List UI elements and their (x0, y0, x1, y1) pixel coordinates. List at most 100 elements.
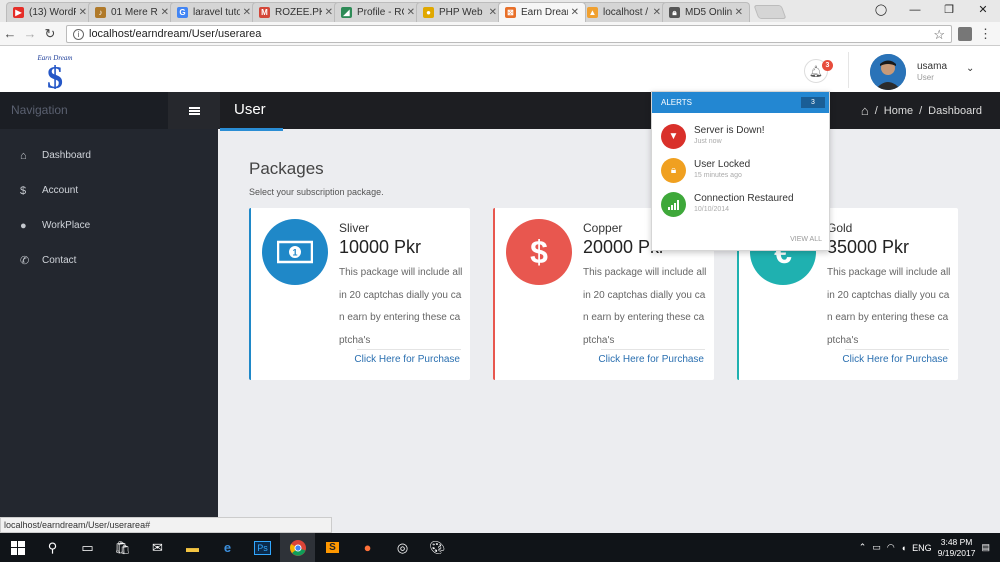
close-icon[interactable]: ✕ (571, 7, 579, 18)
profile-icon[interactable]: ◯ (864, 0, 898, 20)
purchase-link[interactable]: Click Here for Purchase (842, 354, 948, 365)
lock-icon: 🔒︎ (661, 158, 686, 183)
chevron-down-icon[interactable]: ⌄ (966, 63, 974, 74)
earn-dream-logo[interactable]: Earn Dream $ (30, 53, 80, 89)
close-icon[interactable]: ✕ (79, 7, 87, 18)
avatar[interactable] (870, 54, 906, 90)
close-icon[interactable]: ✕ (161, 7, 169, 18)
windows-taskbar: ⚲ ▭ 🛍︎ ✉ ▬ e Ps S ● ◎ 🎨︎ ⌃ ▭ ◠ ◖ ENG 3:4… (0, 533, 1000, 562)
dollar-icon: $ (20, 184, 27, 197)
sidebar-item-account[interactable]: $ Account (0, 173, 218, 208)
close-icon[interactable]: ✕ (407, 7, 415, 18)
task-view-icon[interactable]: ▭ (70, 533, 105, 562)
file-explorer-icon[interactable]: ▬ (175, 533, 210, 562)
sidebar-item-dashboard[interactable]: ⌂ Dashboard (0, 138, 218, 173)
browser-tab[interactable]: ▶(13) WordPr✕ (6, 2, 94, 22)
browser-tab[interactable]: ♪01 Mere Ra✕ (88, 2, 176, 22)
close-icon[interactable]: ✕ (489, 7, 497, 18)
breadcrumb: ⌂ / Home / Dashboard (860, 103, 982, 118)
user-icon: ● (20, 219, 27, 232)
browser-tab[interactable]: MROZEE.PK J✕ (252, 2, 340, 22)
clock[interactable]: 3:48 PM 9/19/2017 (938, 537, 976, 559)
app-header: Earn Dream $ (0, 46, 1000, 92)
phone-icon: ✆ (20, 255, 30, 267)
pma-icon: ▲ (587, 7, 598, 18)
google-icon: G (177, 7, 188, 18)
system-tray: ⌃ ▭ ◠ ◖ ENG 3:48 PM 9/19/2017 ▤ (859, 533, 990, 562)
browser-tab[interactable]: Glaravel tuto ✕ (170, 2, 258, 22)
paint-icon[interactable]: 🎨︎ (420, 533, 455, 562)
store-icon[interactable]: 🛍︎ (105, 533, 140, 562)
browser-tab[interactable]: ◢ Profile - RC ✕ (334, 2, 422, 22)
volume-icon[interactable]: ◖ (901, 543, 906, 553)
alert-item[interactable]: ▼ Server is Down! Just now (661, 121, 826, 151)
photoshop-icon[interactable]: Ps (245, 533, 280, 562)
edge-icon[interactable]: e (210, 533, 245, 562)
extension-icon[interactable] (958, 27, 972, 41)
bookmark-star-icon[interactable]: ☆ (933, 27, 945, 43)
browser-tab[interactable]: ▲ localhost / ✕ (580, 2, 668, 22)
svg-text:$: $ (47, 59, 63, 89)
notifications-icon[interactable]: ▤ (981, 542, 990, 553)
avatar-image (870, 54, 906, 90)
new-tab-button[interactable] (753, 5, 787, 19)
chevron-up-icon[interactable]: ⌃ (859, 542, 867, 553)
firefox-icon[interactable]: ● (350, 533, 385, 562)
home-icon[interactable]: ⌂ (861, 103, 869, 118)
header-divider (848, 52, 849, 88)
battery-icon[interactable]: ▭ (872, 542, 881, 553)
package-card-sliver: 1 Sliver 10000 Pkr This package will inc… (249, 208, 470, 380)
browser-tab-active[interactable]: ⊠Earn Dream✕ (498, 2, 586, 22)
mail-icon[interactable]: ✉ (140, 533, 175, 562)
back-icon[interactable]: ← (0, 26, 20, 41)
minimize-icon[interactable]: — (898, 0, 932, 20)
close-icon[interactable]: ✕ (243, 7, 251, 18)
sidebar-item-contact[interactable]: ✆ Contact (0, 243, 218, 278)
packages-subheading: Select your subscription package. (249, 187, 384, 197)
wifi-icon[interactable]: ◠ (887, 542, 895, 553)
alert-item[interactable]: 🔒︎ User Locked 15 minutes ago (661, 155, 826, 185)
language-indicator[interactable]: ENG (912, 543, 932, 553)
card-divider (357, 349, 461, 350)
windows-start-icon[interactable] (0, 533, 35, 562)
money-icon: 1 (262, 219, 328, 285)
purchase-link[interactable]: Click Here for Purchase (598, 354, 704, 365)
bee-icon: ● (423, 7, 434, 18)
breadcrumb-home[interactable]: Home (884, 105, 913, 117)
sublime-icon[interactable]: S (315, 533, 350, 562)
alerts-count-badge: 3 (801, 97, 825, 108)
main-content: Packages Select your subscription packag… (218, 131, 1000, 533)
forward-icon[interactable]: → (20, 26, 40, 41)
browser-tab[interactable]: 🔒︎ MD5 Onlin ✕ (662, 2, 750, 22)
notification-badge: 3 (822, 60, 833, 71)
purchase-link[interactable]: Click Here for Purchase (354, 354, 460, 365)
gmail-icon: M (259, 7, 270, 18)
chrome-icon[interactable] (280, 533, 315, 562)
alert-item[interactable]: Connection Restaured 10/10/2014 (661, 189, 826, 219)
card-divider (845, 349, 949, 350)
menu-toggle-button[interactable] (168, 92, 220, 129)
dollar-icon: $ (506, 219, 572, 285)
close-icon[interactable]: ✕ (653, 7, 661, 18)
svg-text:1: 1 (292, 248, 297, 258)
close-icon[interactable]: ✕ (735, 7, 743, 18)
youtube-icon: ▶ (13, 7, 24, 18)
browser-tab[interactable]: ●PHP Web D✕ (416, 2, 504, 22)
sidebar-item-workplace[interactable]: ● WorkPlace (0, 208, 218, 243)
close-icon[interactable]: ✕ (325, 7, 333, 18)
view-all-link[interactable]: VIEW ALL (790, 236, 822, 243)
user-name[interactable]: usama (917, 61, 947, 72)
obs-icon[interactable]: ◎ (385, 533, 420, 562)
address-bar[interactable]: i localhost/earndream/User/userarea ☆ (66, 25, 952, 43)
sidebar-title: Navigation (0, 92, 168, 129)
browser-tab-strip: ▶(13) WordPr✕ ♪01 Mere Ra✕ Glaravel tuto… (0, 0, 1000, 22)
music-icon: ♪ (95, 7, 106, 18)
browser-menu-icon[interactable]: ⋮ (979, 26, 992, 42)
info-icon[interactable]: i (73, 28, 84, 40)
restore-icon[interactable]: ❐ (932, 0, 966, 20)
reload-icon[interactable]: ↻ (40, 26, 60, 42)
close-window-icon[interactable]: ✕ (966, 0, 1000, 20)
search-icon[interactable]: ⚲ (35, 533, 70, 562)
package-price: 10000 Pkr (339, 237, 422, 257)
window-controls: ◯ — ❐ ✕ (864, 0, 1000, 20)
